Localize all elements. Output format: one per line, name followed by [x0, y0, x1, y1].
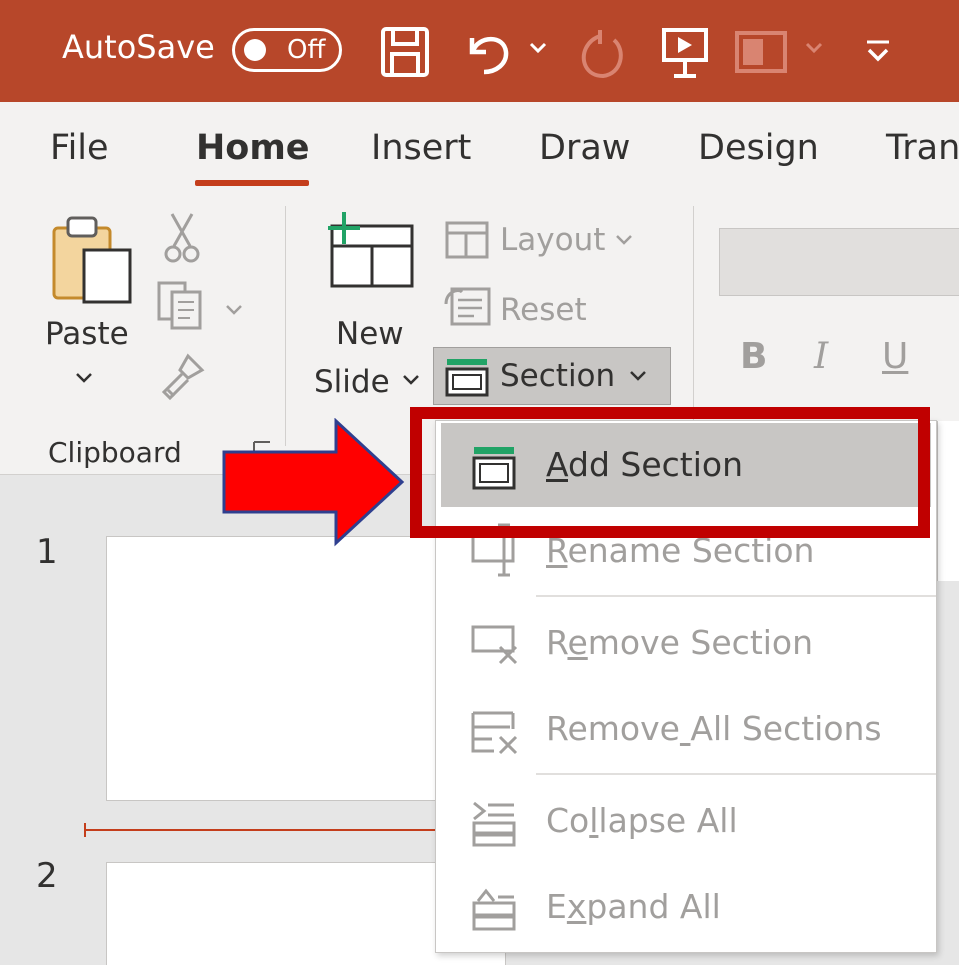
save-icon[interactable]	[380, 26, 430, 78]
cut-icon[interactable]	[164, 212, 200, 268]
paste-dropdown-icon[interactable]	[74, 370, 94, 389]
slide-number: 1	[36, 532, 58, 572]
menu-item-label: Remove Section	[546, 623, 814, 662]
layout-label[interactable]: Layout	[500, 222, 605, 258]
new-slide-label-2[interactable]: Slide	[314, 364, 390, 400]
tab-insert[interactable]: Insert	[371, 128, 471, 168]
tab-transitions[interactable]: Tran	[886, 128, 959, 168]
ribbon-tabs: File Home Insert Draw Design Tran	[0, 102, 959, 192]
title-bar: AutoSave Off	[0, 0, 959, 102]
section-icon	[444, 356, 490, 402]
clipboard-group-label: Clipboard	[48, 436, 182, 469]
copy-dropdown-icon[interactable]	[224, 302, 244, 321]
italic-button[interactable]: I	[814, 336, 828, 377]
format-painter-icon[interactable]	[158, 352, 208, 406]
remove-all-sections-icon	[470, 709, 522, 761]
undo-icon[interactable]	[464, 28, 514, 78]
red-arrow-annotation	[218, 417, 410, 552]
customize-icon[interactable]	[864, 38, 892, 66]
collapse-all-icon	[470, 801, 520, 851]
menu-item-remove-section[interactable]: Remove Section	[436, 601, 938, 687]
tab-home[interactable]: Home	[196, 128, 310, 168]
new-slide-label-1[interactable]: New	[336, 316, 404, 352]
redo-icon[interactable]	[576, 28, 630, 82]
expand-all-icon	[470, 887, 520, 937]
autosave-label: AutoSave	[62, 28, 215, 66]
slide-number: 2	[36, 856, 58, 896]
new-slide-dropdown-icon[interactable]	[401, 372, 421, 391]
tab-file[interactable]: File	[50, 128, 109, 168]
menu-item-collapse-all[interactable]: Collapse All	[436, 779, 938, 865]
section-dropdown-icon	[628, 368, 648, 387]
group-separator	[285, 206, 286, 446]
menu-separator	[536, 595, 936, 597]
layout-dropdown-icon[interactable]	[614, 232, 634, 251]
tab-draw[interactable]: Draw	[539, 128, 630, 168]
present-icon[interactable]	[660, 26, 710, 80]
section-label: Section	[500, 358, 616, 394]
copy-icon[interactable]	[156, 280, 210, 336]
active-tab-indicator	[195, 180, 309, 186]
menu-item-expand-all[interactable]: Expand All	[436, 865, 938, 951]
section-insert-line	[86, 829, 446, 831]
reset-icon[interactable]	[444, 286, 492, 332]
menu-item-label: Expand All	[546, 887, 721, 926]
autosave-toggle[interactable]: Off	[232, 28, 342, 72]
underline-button[interactable]: U	[882, 336, 908, 377]
layout-icon[interactable]	[734, 30, 788, 74]
autosave-state: Off	[287, 35, 326, 65]
remove-section-icon	[470, 623, 522, 671]
menu-item-remove-all-sections[interactable]: Remove All Sections	[436, 687, 938, 773]
paste-icon[interactable]	[50, 214, 136, 310]
new-slide-icon[interactable]	[324, 210, 416, 294]
undo-dropdown-icon[interactable]	[528, 40, 548, 56]
highlight-box-annotation	[410, 407, 930, 538]
font-name-combobox[interactable]	[719, 228, 959, 296]
tab-design[interactable]: Design	[698, 128, 819, 168]
toggle-knob	[244, 39, 266, 61]
section-button[interactable]: Section	[433, 347, 671, 405]
menu-separator	[536, 773, 936, 775]
paste-label[interactable]: Paste	[45, 316, 129, 352]
layout-icon[interactable]	[444, 220, 490, 264]
editor-edge	[937, 421, 959, 581]
bold-button[interactable]: B	[740, 336, 767, 377]
reset-label[interactable]: Reset	[500, 292, 587, 328]
layout-dropdown-icon[interactable]	[804, 40, 824, 56]
menu-item-label: Remove All Sections	[546, 709, 882, 748]
menu-item-label: Collapse All	[546, 801, 738, 840]
